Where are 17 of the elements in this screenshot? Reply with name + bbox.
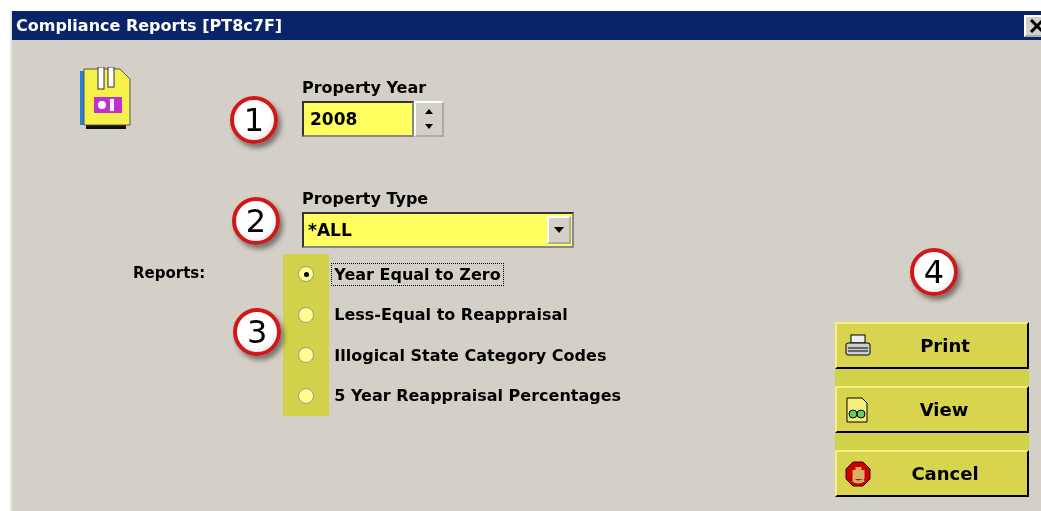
type-dropdown[interactable]: *ALL [302, 212, 574, 248]
radio-label[interactable]: Illogical State Category Codes [331, 343, 610, 367]
field-label: Property Type [302, 189, 430, 208]
view-button[interactable]: View [835, 386, 1029, 433]
year-field[interactable]: 2008 [302, 101, 414, 137]
window-title: Compliance Reports [PT8c7F] [15, 16, 283, 35]
callout-number: 2 [232, 197, 280, 245]
callout-number: 1 [230, 96, 278, 144]
field-label: Property Year [302, 78, 428, 97]
cancel-button[interactable]: Cancel [835, 450, 1029, 497]
callout-number: 4 [910, 248, 958, 296]
radio-label[interactable]: Less-Equal to Reappraisal [331, 303, 571, 327]
callout-number: 3 [233, 308, 282, 356]
radio-label[interactable]: Year Equal to Zero [331, 262, 504, 286]
reports-label: Reports: [133, 264, 206, 282]
radio-label[interactable]: 5 Year Reappraisal Percentages [331, 384, 625, 408]
print-button[interactable]: Print [835, 322, 1029, 369]
